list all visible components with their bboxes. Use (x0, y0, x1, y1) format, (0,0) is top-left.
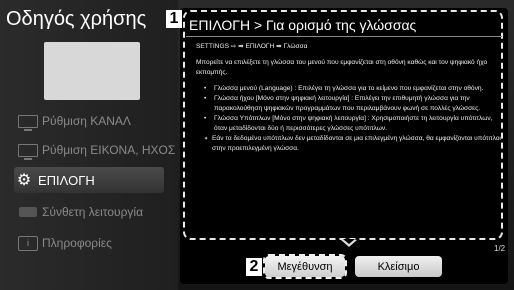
callout-badge-2: 2 (246, 258, 262, 276)
picture-sound-icon (18, 143, 38, 160)
title-divider (186, 36, 502, 37)
panel-title: ΕΠΙΛΟΓΗ > Για ορισμό της γλώσσας (189, 17, 417, 33)
preview-thumbnail (44, 42, 140, 100)
sidebar-item-picture-sound[interactable]: Ρύθμιση ΕΙΚΟΝΑ, ΗΧΟΣ (18, 137, 178, 163)
sidebar-item-label: ΕΠΙΛΟΓΗ (38, 172, 95, 188)
callout-badge-1: 1 (166, 10, 182, 28)
sidebar-item-channel-settings[interactable]: Ρύθμιση ΚΑΝΑΛ (18, 108, 178, 134)
subtitle-note: Εάν τα δεδομένα υπότιτλων δεν μεταδίδοντ… (196, 134, 502, 154)
sidebar: Οδηγός χρήσης Ρύθμιση ΚΑΝΑΛ Ρύθμιση ΕΙΚΟ… (0, 0, 178, 290)
user-guide-screen: Οδηγός χρήσης Ρύθμιση ΚΑΝΑΛ Ρύθμιση ΕΙΚΟ… (0, 0, 514, 290)
sidebar-item-advanced[interactable]: Σύνθετη λειτουργία (18, 199, 178, 225)
bullet-list: Γλώσσα μενού (Language) : Επιλέγει τη γλ… (196, 84, 502, 134)
page-indicator: 1/2 (494, 244, 506, 253)
sidebar-item-label: Σύνθετη λειτουργία (42, 205, 144, 219)
intro-text: Μπορείτε να επιλέξετε τη γλώσσα του μενο… (196, 59, 488, 76)
sidebar-item-label: Ρύθμιση ΕΙΚΟΝΑ, ΗΧΟΣ (42, 143, 176, 157)
gear-icon: ⚙ (16, 172, 32, 189)
info-icon: i (18, 235, 38, 251)
sidebar-item-info[interactable]: i Πληροφορίες (18, 230, 178, 256)
sidebar-item-option[interactable]: ⚙ ΕΠΙΛΟΓΗ (14, 167, 164, 193)
guide-title: Οδηγός χρήσης (6, 8, 147, 30)
list-item: Γλώσσα Υπότιτλων [Μόνο στην ψηφιακή λειτ… (202, 114, 502, 134)
tv-channel-icon (18, 114, 38, 131)
scroll-down-chevron-icon[interactable] (341, 239, 357, 247)
close-button[interactable]: Κλείσιμο (355, 256, 442, 277)
list-item: Γλώσσα ήχου [Μόνο στην ψηφιακή λειτουργί… (202, 94, 502, 114)
sidebar-item-label: Πληροφορίες (42, 236, 112, 250)
list-item: Γλώσσα μενού (Language) : Επιλέγει τη γλ… (202, 84, 502, 94)
sidebar-item-label: Ρύθμιση ΚΑΝΑΛ (42, 114, 131, 128)
advanced-icon (18, 205, 38, 219)
zoom-button[interactable]: Μεγέθυνση (265, 256, 345, 277)
breadcrumb: SETTINGS ⇨ ➡ ΕΠΙΛΟΓΗ ➡ Γλώσσα (196, 43, 308, 50)
help-content: SETTINGS ⇨ ➡ ΕΠΙΛΟΓΗ ➡ Γλώσσα Μπορείτε ν… (196, 42, 502, 154)
